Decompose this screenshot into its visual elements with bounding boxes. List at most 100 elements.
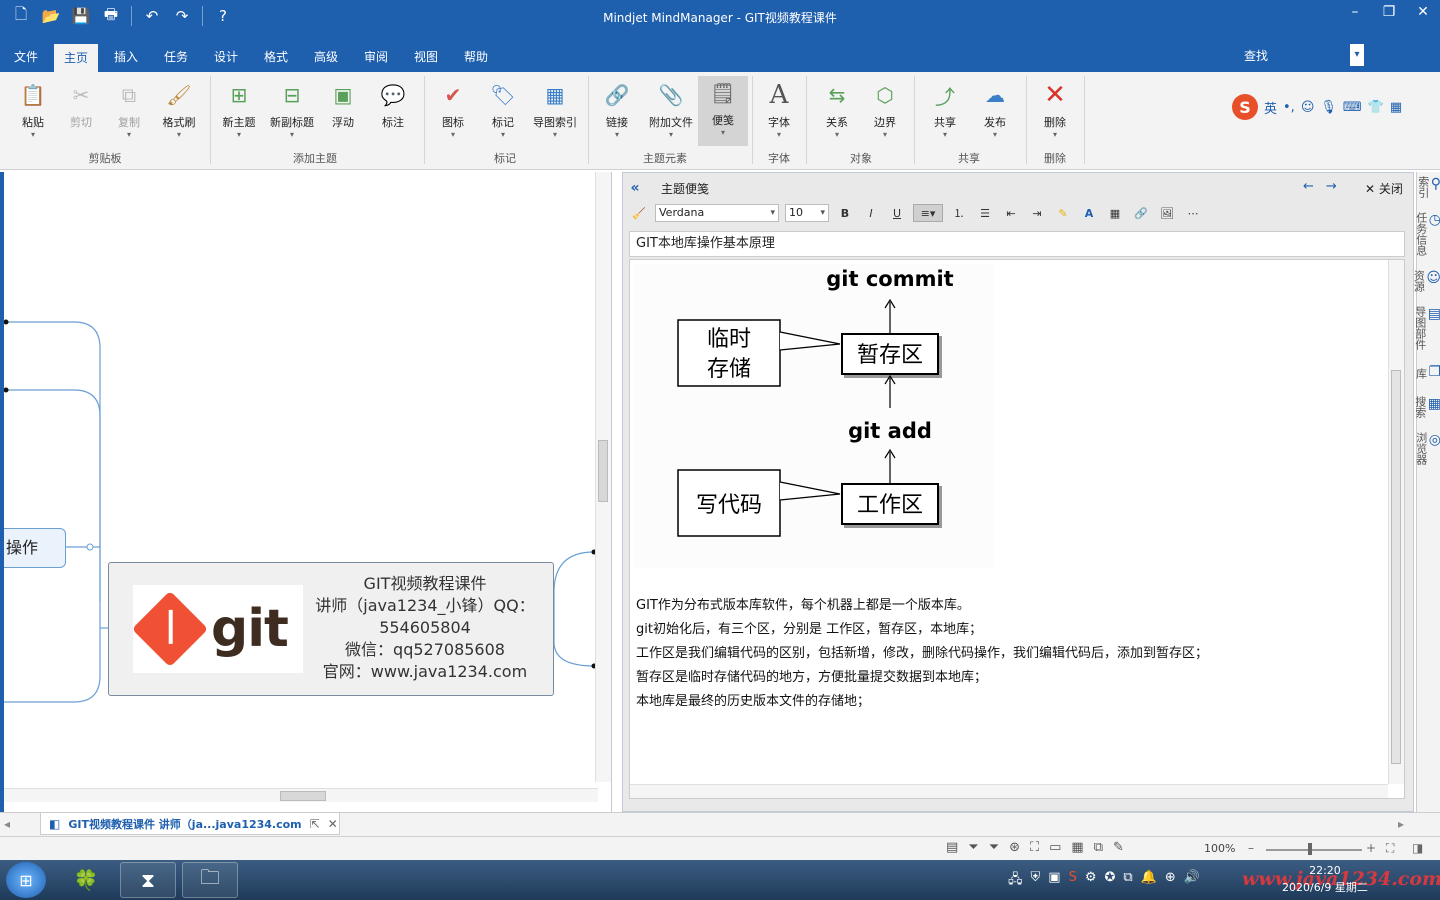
increase-indent-icon[interactable]: ⇥ bbox=[1027, 204, 1047, 222]
page-view-icon[interactable]: ▭ bbox=[1049, 840, 1061, 855]
attachment-status-icon[interactable]: ✎ bbox=[1113, 840, 1124, 855]
tab-insert[interactable]: 插入 bbox=[104, 46, 148, 72]
tab-home[interactable]: 主页 bbox=[54, 44, 99, 72]
toolbox-icon[interactable]: ▦ bbox=[1390, 100, 1402, 115]
paste-button[interactable]: 📋 粘贴 ▾ bbox=[8, 78, 58, 139]
scroll-thumb[interactable] bbox=[280, 791, 326, 801]
tab-help[interactable]: 帮助 bbox=[454, 46, 498, 72]
side-panel-index[interactable]: ⚲ 索引 bbox=[1417, 172, 1440, 202]
table-icon[interactable]: ▦ bbox=[1105, 204, 1125, 222]
map-horizontal-scrollbar[interactable] bbox=[4, 788, 598, 802]
side-panel-task-info[interactable]: ◷ 任务信息 bbox=[1415, 208, 1440, 260]
icons-button[interactable]: ✔ 图标 ▾ bbox=[428, 78, 478, 139]
tab-file[interactable]: 文件 bbox=[4, 46, 48, 72]
scroll-thumb[interactable] bbox=[1391, 370, 1401, 764]
tray-network-icon[interactable]: 🖧 bbox=[1008, 870, 1023, 892]
map-vertical-scrollbar[interactable] bbox=[595, 172, 611, 782]
floating-topic-button[interactable]: ▣ 浮动 bbox=[318, 78, 368, 130]
tab-design[interactable]: 设计 bbox=[204, 46, 248, 72]
side-panel-resources[interactable]: ☺ 资源 bbox=[1412, 266, 1440, 296]
scroll-thumb[interactable] bbox=[598, 440, 608, 502]
numbered-list-icon[interactable]: ⒈ bbox=[949, 204, 969, 222]
close-window-button[interactable]: ✕ bbox=[1406, 0, 1440, 24]
tray-nvidia-icon[interactable]: ▣ bbox=[1048, 870, 1060, 892]
zoom-slider-thumb[interactable] bbox=[1308, 843, 1312, 855]
tab-advanced[interactable]: 高级 bbox=[304, 46, 348, 72]
copy-button[interactable]: ⧉ 复制 ▾ bbox=[104, 78, 154, 139]
clear-format-icon[interactable]: 🧹 bbox=[629, 204, 649, 222]
taskbar-app-mindmanager[interactable]: ⧗ bbox=[120, 862, 176, 898]
fit-page-icon[interactable]: ⛶ bbox=[1386, 841, 1394, 856]
align-left-icon[interactable]: ≡▾ bbox=[913, 204, 943, 222]
tray-sogou-icon[interactable]: S bbox=[1069, 870, 1077, 892]
font-color-icon[interactable]: A bbox=[1079, 204, 1099, 222]
side-panel-search[interactable]: ▦ 搜索 bbox=[1414, 392, 1440, 422]
calendar-icon[interactable]: ▦ bbox=[1071, 840, 1083, 855]
zoom-slider-track[interactable] bbox=[1266, 849, 1362, 851]
zoom-out-icon[interactable]: – bbox=[1248, 841, 1254, 855]
link-map-icon[interactable]: ⧉ bbox=[1094, 840, 1103, 855]
tray-shield-icon[interactable]: ⛨ bbox=[1031, 870, 1041, 892]
start-button[interactable]: ⊞ bbox=[6, 862, 46, 898]
cut-button[interactable]: ✂ 剪切 bbox=[56, 78, 106, 130]
tags-button[interactable]: 🏷 标记 ▾ bbox=[478, 78, 528, 139]
microphone-icon[interactable]: 🎙 bbox=[1320, 100, 1337, 115]
bold-icon[interactable]: B bbox=[835, 204, 855, 222]
font-family-select[interactable]: Verdana bbox=[655, 204, 779, 222]
minimize-button[interactable]: – bbox=[1338, 0, 1372, 24]
bullet-list-icon[interactable]: ☰ bbox=[975, 204, 995, 222]
relationship-button[interactable]: ⇆ 关系 ▾ bbox=[812, 78, 862, 139]
hyperlink-icon[interactable]: 🔗 bbox=[1131, 204, 1151, 222]
taskbar-app-explorer[interactable]: 🗀 bbox=[182, 862, 238, 898]
font-button[interactable]: A 字体 ▾ bbox=[754, 78, 804, 139]
filter-options-icon[interactable]: ⏷ bbox=[989, 840, 999, 855]
zoom-in-icon[interactable]: + bbox=[1366, 841, 1376, 855]
tab-format[interactable]: 格式 bbox=[254, 46, 298, 72]
topic-operations[interactable]: 操作 bbox=[4, 528, 66, 568]
tray-display-icon[interactable]: ⧉ bbox=[1123, 870, 1132, 892]
tab-pin-icon[interactable]: ⇱ bbox=[310, 817, 320, 831]
tab-review[interactable]: 审阅 bbox=[354, 46, 398, 72]
close-notes-button[interactable]: ✕ 关闭 bbox=[1365, 180, 1403, 197]
italic-icon[interactable]: I bbox=[861, 204, 881, 222]
notes-button[interactable]: 🗒 便笺 ▾ bbox=[698, 76, 748, 146]
taskbar-clock[interactable]: 22:20 2020/6/9 星期二 bbox=[1282, 862, 1368, 896]
more-options-icon[interactable]: ⋯ bbox=[1183, 204, 1203, 222]
tab-scroll-left-icon[interactable]: ◂ bbox=[4, 817, 10, 831]
link-button[interactable]: 🔗 链接 ▾ bbox=[592, 78, 642, 139]
tray-volume-icon[interactable]: 🔊 bbox=[1184, 870, 1200, 892]
tray-settings-icon[interactable]: ⚙ bbox=[1085, 870, 1097, 892]
notes-vertical-scrollbar[interactable] bbox=[1388, 260, 1404, 784]
notes-horizontal-scrollbar[interactable] bbox=[630, 784, 1388, 798]
side-panel-browser[interactable]: ◎ 浏览器 bbox=[1415, 428, 1440, 469]
insert-image-icon[interactable]: 🖼 bbox=[1157, 204, 1177, 222]
find-dropdown[interactable]: ▾ bbox=[1350, 44, 1364, 66]
side-panel-map-parts[interactable]: ▤ 导图部件 bbox=[1414, 302, 1440, 354]
previous-arrow-icon[interactable]: ← bbox=[1303, 179, 1314, 194]
sogou-logo-icon[interactable]: S bbox=[1232, 94, 1258, 120]
find-label[interactable]: 查找 bbox=[1244, 47, 1268, 64]
document-tab[interactable]: ◧ GIT视频教程课件 讲师（ja...java1234.com ⇱ ✕ bbox=[40, 813, 340, 835]
side-panel-library[interactable]: ❐ 库 bbox=[1414, 360, 1440, 386]
taskbar-app-browser[interactable]: 🍀 bbox=[58, 862, 114, 898]
central-topic[interactable]: git GIT视频教程课件 讲师（java1234_小锋）QQ： 5546058… bbox=[108, 562, 554, 696]
restore-button[interactable]: ❐ bbox=[1372, 0, 1406, 24]
tray-antivirus-icon[interactable]: ✪ bbox=[1104, 870, 1115, 892]
keyboard-icon[interactable]: ⌨ bbox=[1343, 100, 1362, 115]
tab-close-icon[interactable]: ✕ bbox=[328, 817, 338, 831]
decrease-indent-icon[interactable]: ⇤ bbox=[1001, 204, 1021, 222]
new-subtopic-button[interactable]: ⊟ 新副标题 ▾ bbox=[264, 78, 320, 139]
map-index-button[interactable]: ▦ 导图索引 ▾ bbox=[528, 78, 582, 139]
attach-file-button[interactable]: 📎 附加文件 ▾ bbox=[644, 78, 698, 139]
skin-icon[interactable]: 👕 bbox=[1368, 100, 1384, 115]
ime-language[interactable]: 英 bbox=[1264, 98, 1277, 117]
panel-toggle-icon[interactable]: ◨ bbox=[1412, 841, 1423, 855]
map-canvas[interactable]: 操作 git GIT视频教程课件 讲师（java1234_小锋）QQ： 5546… bbox=[0, 172, 612, 812]
collapse-panel-icon[interactable]: « bbox=[623, 180, 647, 196]
font-size-select[interactable]: 10 bbox=[785, 204, 829, 222]
highlight-color-icon[interactable]: ✎ bbox=[1053, 204, 1073, 222]
tab-task[interactable]: 任务 bbox=[154, 46, 198, 72]
tab-scroll-right-icon[interactable]: ▸ bbox=[1398, 817, 1404, 831]
next-arrow-icon[interactable]: → bbox=[1326, 179, 1337, 194]
tab-view[interactable]: 视图 bbox=[404, 46, 448, 72]
